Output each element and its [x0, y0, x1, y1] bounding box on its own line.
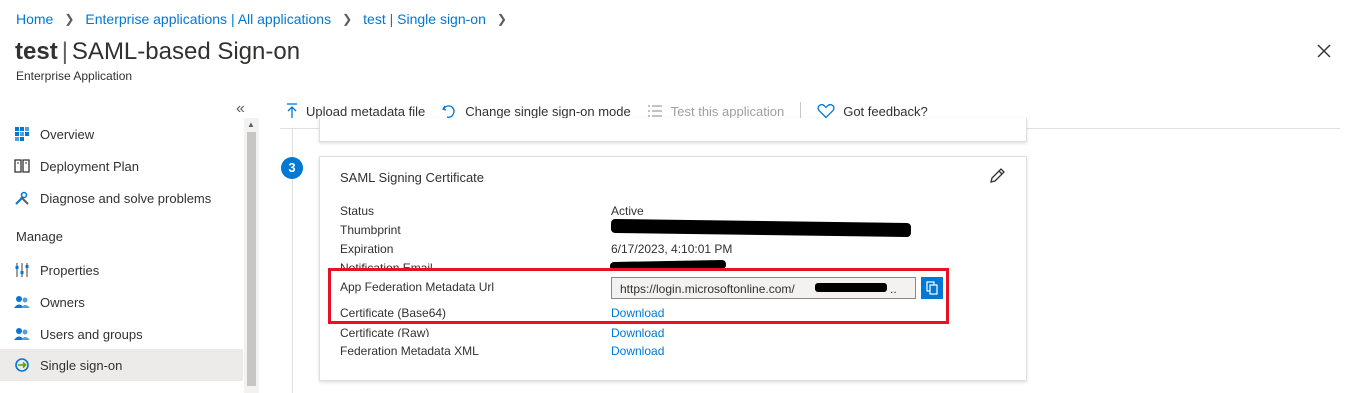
- feedback-button[interactable]: Got feedback?: [817, 103, 928, 119]
- sidebar-item-label: Properties: [40, 262, 100, 278]
- sidebar-scrollbar[interactable]: ▲: [244, 118, 259, 393]
- feedback-label: Got feedback?: [843, 103, 928, 119]
- sidebar-item-label: Diagnose and solve problems: [40, 190, 212, 206]
- sidebar-item-label: Owners: [40, 294, 85, 310]
- chevron-right-icon: ❯: [496, 12, 507, 26]
- sliders-icon: [14, 262, 30, 278]
- close-icon[interactable]: [1314, 42, 1334, 62]
- title-separator: |: [61, 38, 68, 65]
- sidebar-item-owners[interactable]: Owners: [0, 286, 243, 318]
- sidebar-item-properties[interactable]: Properties: [0, 254, 243, 286]
- upload-metadata-button[interactable]: Upload metadata file: [286, 103, 425, 119]
- change-sso-mode-label: Change single sign-on mode: [465, 103, 631, 119]
- red-highlight-box: [328, 268, 949, 324]
- federation-metadata-xml-download-link[interactable]: Download: [611, 344, 664, 358]
- scroll-up-icon[interactable]: ▲: [247, 120, 255, 129]
- chevron-right-icon: ❯: [64, 12, 75, 26]
- heart-icon: [817, 103, 835, 119]
- page-title-blade: SAML-based Sign-on: [71, 38, 301, 65]
- certificate-raw-label: Certificate (Raw): [340, 326, 430, 337]
- wrench-icon: [14, 190, 30, 206]
- sidebar-section-manage: Manage: [16, 229, 63, 244]
- chevron-right-icon: ❯: [342, 12, 353, 26]
- book-icon: [14, 158, 30, 174]
- sidebar-item-label: Users and groups: [40, 326, 143, 342]
- upload-icon: [286, 103, 298, 119]
- upload-metadata-label: Upload metadata file: [306, 103, 426, 119]
- sidebar-item-label: Deployment Plan: [40, 158, 139, 174]
- people-icon: [14, 326, 30, 342]
- thumbprint-label: Thumbprint: [340, 223, 401, 237]
- breadcrumb-home[interactable]: Home: [16, 11, 53, 27]
- sidebar-item-overview[interactable]: Overview: [0, 118, 243, 150]
- sidebar-item-deployment-plan[interactable]: Deployment Plan: [0, 150, 243, 182]
- sidebar: Overview Deployment Plan Diagnose and so…: [0, 118, 243, 393]
- step-number-badge: 3: [281, 157, 303, 179]
- list-icon: [647, 104, 663, 118]
- grid-icon: [14, 126, 30, 142]
- test-application-label: Test this application: [670, 103, 785, 119]
- federation-metadata-xml-label: Federation Metadata XML: [340, 344, 479, 358]
- status-label: Status: [340, 204, 375, 218]
- sidebar-item-label: Single sign-on: [40, 357, 123, 373]
- sidebar-item-users-groups[interactable]: Users and groups: [0, 318, 243, 350]
- page-title: test | SAML-based Sign-on: [15, 38, 300, 66]
- breadcrumb: Home ❯ Enterprise applications | All app…: [16, 11, 518, 27]
- page-title-app: test: [15, 38, 58, 65]
- card-title: SAML Signing Certificate: [340, 170, 485, 185]
- sso-icon: [14, 357, 30, 373]
- certificate-raw-download-link[interactable]: Download: [611, 326, 664, 340]
- page-subtitle: Enterprise Application: [16, 69, 133, 83]
- breadcrumb-enterprise-apps[interactable]: Enterprise applications | All applicatio…: [85, 11, 331, 27]
- sidebar-item-single-sign-on[interactable]: Single sign-on: [0, 349, 243, 381]
- expiration-label: Expiration: [340, 242, 394, 256]
- sidebar-item-diagnose[interactable]: Diagnose and solve problems: [0, 182, 243, 214]
- previous-step-card: [319, 118, 1027, 142]
- collapse-sidebar-icon[interactable]: «: [236, 100, 245, 118]
- expiration-value: 6/17/2023, 4:10:01 PM: [611, 242, 733, 256]
- breadcrumb-sso[interactable]: test | Single sign-on: [363, 11, 486, 27]
- undo-icon: [441, 103, 457, 119]
- test-application-button[interactable]: Test this application: [647, 104, 784, 119]
- edit-pencil-icon[interactable]: [988, 167, 1006, 190]
- scrollbar-thumb[interactable]: [247, 132, 256, 386]
- people-icon: [14, 294, 30, 310]
- sidebar-item-label: Overview: [40, 126, 95, 142]
- redacted-thumbprint: [610, 218, 912, 238]
- change-sso-mode-button[interactable]: Change single sign-on mode: [441, 103, 631, 119]
- status-value: Active: [611, 204, 644, 218]
